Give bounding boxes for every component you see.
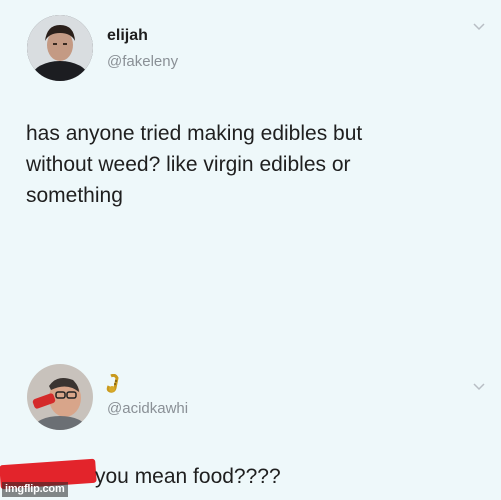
reply-text: you mean food???? xyxy=(95,465,281,488)
tweet-text-line: something xyxy=(26,184,123,207)
avatar[interactable] xyxy=(27,364,93,430)
tweet-text-line: has anyone tried making edibles but xyxy=(26,122,363,145)
avatar[interactable] xyxy=(27,15,93,81)
chevron-down-icon[interactable] xyxy=(473,22,485,32)
display-name[interactable]: elijah xyxy=(107,27,148,45)
saxophone-emoji-icon xyxy=(106,374,119,393)
user-handle[interactable]: @fakeleny xyxy=(107,53,178,70)
watermark: imgflip.com xyxy=(2,482,68,497)
tweet-text-line: without weed? like virgin edibles or xyxy=(26,153,351,176)
user-handle[interactable]: @acidkawhi xyxy=(107,400,188,417)
tweet-text: has anyone tried making edibles but with… xyxy=(26,118,362,211)
avatar-image xyxy=(27,15,93,81)
avatar-image xyxy=(27,364,93,430)
chevron-down-icon[interactable] xyxy=(473,382,485,392)
